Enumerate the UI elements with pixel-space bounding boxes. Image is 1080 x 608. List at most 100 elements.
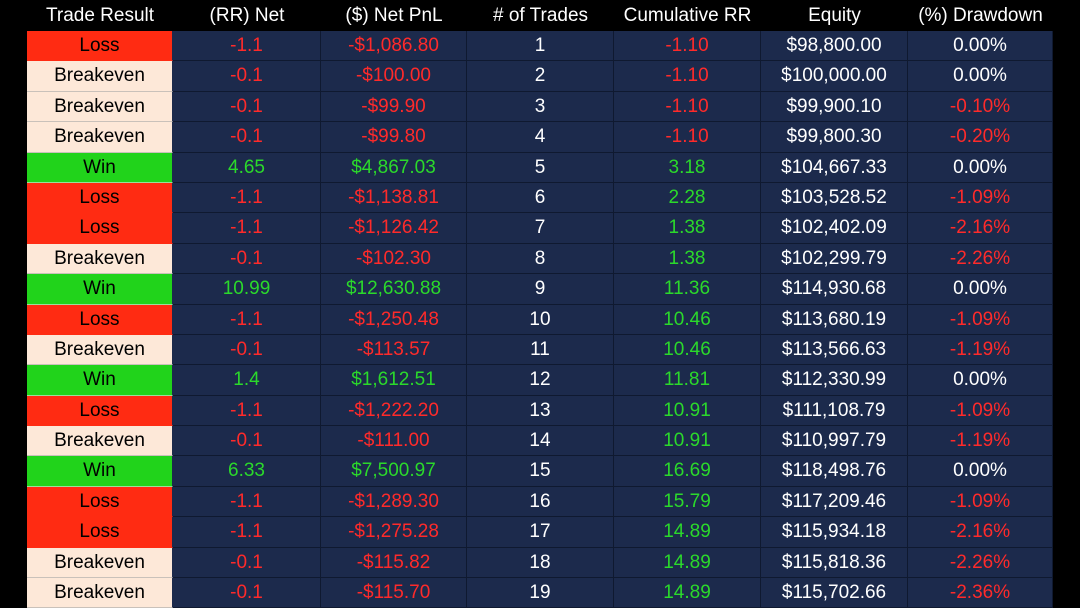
cell-equity: $103,528.52 [761, 182, 908, 214]
cell-num-trades: 5 [467, 152, 614, 183]
cell-num-trades: 14 [467, 426, 614, 457]
cell-num-trades: 11 [467, 334, 614, 366]
cell-drawdown: -1.09% [908, 486, 1053, 518]
cell-num-trades: 3 [467, 91, 614, 123]
trade-results-table: Trade Result (RR) Net ($) Net PnL # of T… [27, 0, 1053, 608]
cell-num-trades: 13 [467, 395, 614, 427]
table-row: Breakeven -0.1 -$115.70 19 14.89 $115,702.66-… [27, 578, 1053, 608]
cell-drawdown: 0.00% [908, 274, 1053, 305]
cell-equity: $99,900.10 [761, 91, 908, 123]
cell-net-pnl: -$1,289.30 [321, 486, 467, 518]
cell-equity: $118,498.76 [761, 456, 908, 487]
cell-trade-result: Win [27, 274, 173, 305]
cell-num-trades: 17 [467, 517, 614, 548]
cell-drawdown: 0.00% [908, 365, 1053, 396]
cell-cumulative-rr: -1.10 [614, 61, 761, 92]
cell-num-trades: 12 [467, 365, 614, 396]
table-row: Loss -1.1 -$1,275.28 17 14.89 $115,934.18 -2.1… [27, 517, 1053, 548]
cell-rr-net: -0.1 [173, 61, 321, 92]
cell-cumulative-rr: 10.46 [614, 304, 761, 335]
cell-equity: $113,566.63 [761, 334, 908, 366]
cell-net-pnl: -$113.57 [321, 334, 467, 366]
table-body: Loss -1.1 -$1,086.80 1 -1.10 $98,800.00 0.00% B… [27, 31, 1053, 608]
cell-equity: $112,330.99 [761, 365, 908, 396]
table-row: Loss -1.1 -$1,222.20 13 10.91 $111,108.79 -1.0… [27, 395, 1053, 427]
cell-drawdown: 0.00% [908, 31, 1053, 62]
table-row: Breakeven -0.1 -$115.82 18 14.89 $115,818.36-… [27, 547, 1053, 579]
table-row: Breakeven -0.1 -$100.00 2 -1.10 $100,000.00 0.… [27, 61, 1053, 92]
cell-net-pnl: -$1,275.28 [321, 517, 467, 548]
cell-trade-result: Loss [27, 517, 173, 548]
cell-cumulative-rr: -1.10 [614, 31, 761, 62]
cell-num-trades: 19 [467, 578, 614, 608]
cell-rr-net: -0.1 [173, 243, 321, 275]
table-row: Win 4.65 $4,867.03 5 3.18 $104,667.33 0.00% [27, 152, 1053, 183]
cell-cumulative-rr: 14.89 [614, 547, 761, 579]
cell-rr-net: 1.4 [173, 365, 321, 396]
cell-rr-net: -1.1 [173, 486, 321, 518]
cell-cumulative-rr: 11.36 [614, 274, 761, 305]
cell-trade-result: Breakeven [27, 243, 173, 275]
cell-rr-net: -1.1 [173, 31, 321, 62]
cell-trade-result: Breakeven [27, 426, 173, 457]
cell-rr-net: 10.99 [173, 274, 321, 305]
cell-drawdown: -1.19% [908, 334, 1053, 366]
cell-cumulative-rr: 16.69 [614, 456, 761, 487]
header-equity: Equity [808, 5, 861, 26]
cell-equity: $113,680.19 [761, 304, 908, 335]
cell-trade-result: Breakeven [27, 578, 173, 608]
table-row: Loss -1.1 -$1,289.30 16 15.79 $117,209.46 -1.0… [27, 486, 1053, 518]
cell-rr-net: -0.1 [173, 547, 321, 579]
cell-rr-net: -1.1 [173, 182, 321, 214]
cell-rr-net: -0.1 [173, 91, 321, 123]
cell-trade-result: Loss [27, 31, 173, 62]
cell-cumulative-rr: 3.18 [614, 152, 761, 183]
table-row: Win 6.33 $7,500.97 15 16.69 $118,498.76 0.00% [27, 456, 1053, 487]
cell-drawdown: -0.10% [908, 91, 1053, 123]
cell-trade-result: Loss [27, 486, 173, 518]
cell-net-pnl: -$111.00 [321, 426, 467, 457]
cell-drawdown: 0.00% [908, 61, 1053, 92]
table-row: Breakeven -0.1 -$113.57 11 10.46 $113,566.63-… [27, 334, 1053, 366]
cell-drawdown: -1.09% [908, 395, 1053, 427]
cell-equity: $115,934.18 [761, 517, 908, 548]
cell-trade-result: Win [27, 152, 173, 183]
cell-equity: $104,667.33 [761, 152, 908, 183]
cell-num-trades: 15 [467, 456, 614, 487]
cell-drawdown: -1.09% [908, 182, 1053, 214]
cell-net-pnl: $4,867.03 [321, 152, 467, 183]
cell-equity: $102,299.79 [761, 243, 908, 275]
header-net-pnl: ($) Net PnL [345, 5, 443, 26]
cell-num-trades: 2 [467, 61, 614, 92]
cell-cumulative-rr: 10.91 [614, 426, 761, 457]
cell-trade-result: Loss [27, 395, 173, 427]
cell-equity: $98,800.00 [761, 31, 908, 62]
table-row: Win 10.99 $12,630.88 9 11.36 $114,930.68 0.00% [27, 274, 1053, 305]
cell-cumulative-rr: 1.38 [614, 243, 761, 275]
cell-cumulative-rr: 14.89 [614, 578, 761, 608]
cell-equity: $117,209.46 [761, 486, 908, 518]
cell-drawdown: -2.26% [908, 547, 1053, 579]
cell-trade-result: Loss [27, 304, 173, 335]
cell-equity: $99,800.30 [761, 122, 908, 153]
cell-net-pnl: -$1,250.48 [321, 304, 467, 335]
cell-net-pnl: -$102.30 [321, 243, 467, 275]
cell-equity: $114,930.68 [761, 274, 908, 305]
cell-net-pnl: $12,630.88 [321, 274, 467, 305]
cell-net-pnl: $7,500.97 [321, 456, 467, 487]
cell-rr-net: -0.1 [173, 334, 321, 366]
cell-drawdown: -1.19% [908, 426, 1053, 457]
cell-drawdown: -2.16% [908, 213, 1053, 244]
cell-drawdown: 0.00% [908, 456, 1053, 487]
cell-net-pnl: -$1,126.42 [321, 213, 467, 244]
cell-trade-result: Breakeven [27, 334, 173, 366]
cell-trade-result: Win [27, 365, 173, 396]
cell-net-pnl: -$1,086.80 [321, 31, 467, 62]
header-num-trades: # of Trades [492, 5, 589, 26]
cell-num-trades: 16 [467, 486, 614, 518]
cell-num-trades: 10 [467, 304, 614, 335]
header-cumulative-rr: Cumulative RR [623, 5, 752, 26]
cell-trade-result: Breakeven [27, 547, 173, 579]
cell-trade-result: Loss [27, 182, 173, 214]
cell-rr-net: -0.1 [173, 426, 321, 457]
